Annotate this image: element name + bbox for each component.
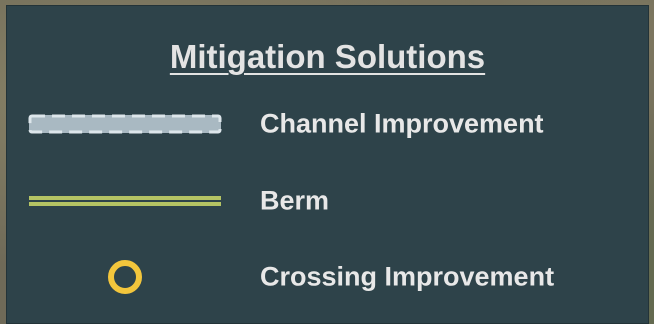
legend-item-crossing-improvement: Crossing Improvement — [7, 257, 648, 297]
dashed-channel-line-icon — [28, 114, 222, 134]
legend-label-crossing-improvement: Crossing Improvement — [260, 261, 555, 292]
legend-label-channel-improvement: Channel Improvement — [260, 108, 544, 139]
map-legend: Mitigation Solutions Channel Improvement… — [6, 5, 649, 324]
legend-title: Mitigation Solutions — [169, 38, 486, 75]
legend-item-berm: Berm — [7, 181, 648, 221]
legend-item-channel-improvement: Channel Improvement — [7, 104, 648, 144]
ring-icon — [108, 260, 142, 294]
legend-label-berm: Berm — [260, 185, 330, 216]
double-line-icon — [29, 196, 221, 206]
